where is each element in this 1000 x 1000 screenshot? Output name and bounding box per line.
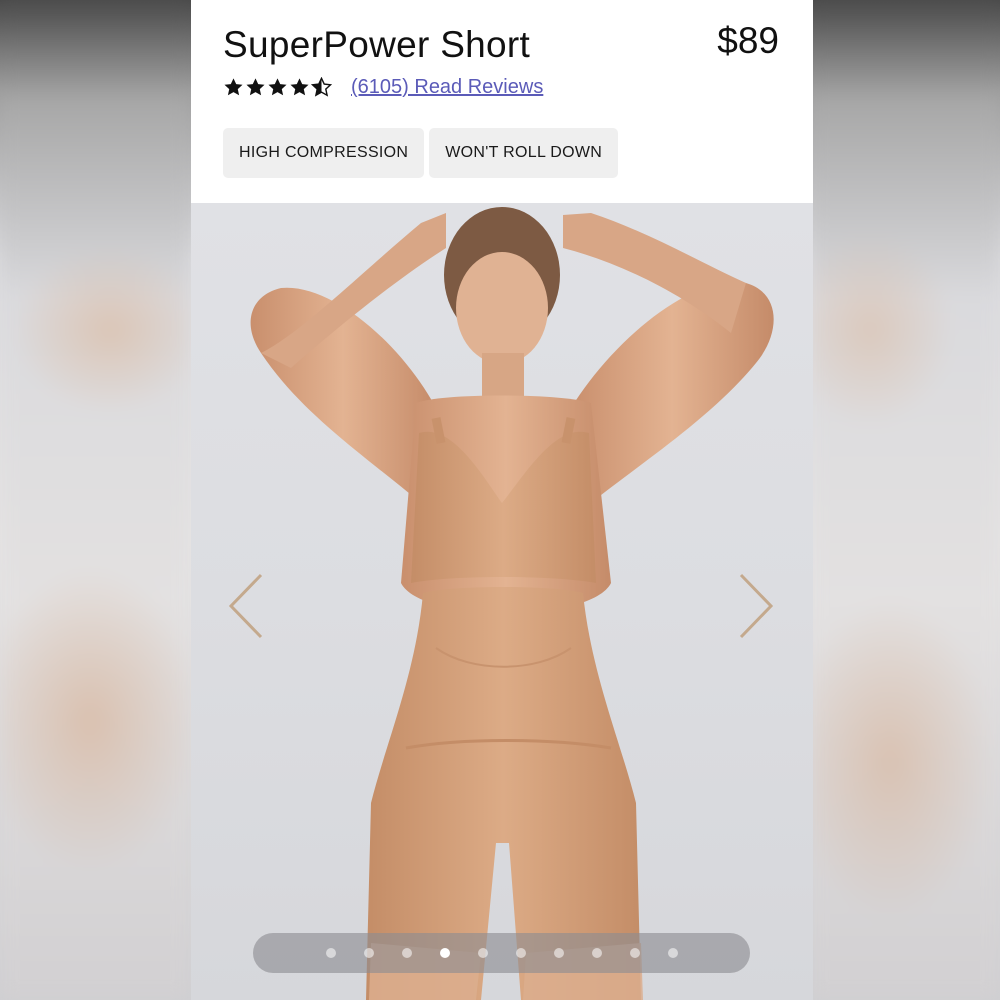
- pagination-dot[interactable]: [553, 948, 564, 958]
- product-card: SuperPower Short $89 (6105) Read Reviews…: [191, 0, 813, 1000]
- pagination-dot-active[interactable]: [439, 948, 450, 958]
- pagination-dot[interactable]: [515, 948, 526, 958]
- pagination-dot[interactable]: [401, 948, 412, 958]
- feature-tags: HIGH COMPRESSION WON'T ROLL DOWN: [223, 128, 619, 178]
- chevron-right-icon[interactable]: [733, 571, 777, 641]
- star-icon: [246, 78, 265, 96]
- rating-row: (6105) Read Reviews: [223, 76, 543, 99]
- product-title: SuperPower Short: [223, 24, 531, 65]
- read-reviews-link[interactable]: (6105) Read Reviews: [351, 76, 543, 99]
- pagination-dot[interactable]: [629, 948, 640, 958]
- carousel-pagination: [253, 933, 750, 973]
- star-rating: [223, 77, 332, 98]
- pagination-dot[interactable]: [363, 948, 374, 958]
- pagination-dot[interactable]: [591, 948, 602, 958]
- product-header: SuperPower Short $89 (6105) Read Reviews…: [191, 0, 813, 203]
- star-icon: [268, 78, 287, 96]
- pagination-dot[interactable]: [325, 948, 336, 958]
- star-icon: [290, 78, 309, 96]
- model-photo: [250, 207, 774, 1000]
- chevron-left-icon[interactable]: [225, 571, 269, 641]
- product-price: $89: [717, 20, 779, 61]
- blurred-background-right: [810, 0, 1000, 1000]
- pagination-dot[interactable]: [477, 948, 488, 958]
- blurred-background-left: [0, 0, 190, 1000]
- half-star-icon: [311, 77, 332, 97]
- product-image-carousel[interactable]: [191, 203, 813, 1000]
- star-icon: [224, 78, 243, 96]
- tag-wont-roll-down: WON'T ROLL DOWN: [429, 128, 619, 178]
- pagination-dot[interactable]: [667, 948, 678, 958]
- tag-high-compression: HIGH COMPRESSION: [223, 128, 425, 178]
